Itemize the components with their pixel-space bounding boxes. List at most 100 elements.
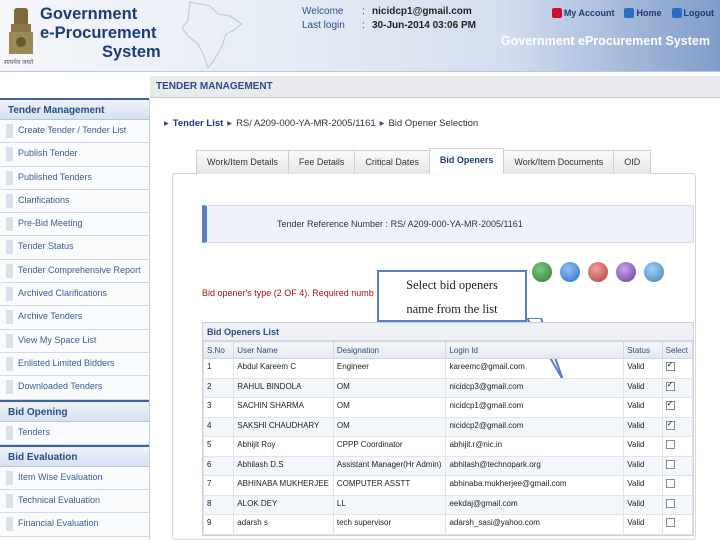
- sidebar-group-tender-management[interactable]: Tender Management: [0, 98, 149, 120]
- tender-reference-box: Tender Reference Number : RS/ A209-000-Y…: [202, 205, 694, 243]
- select-checkbox[interactable]: [665, 360, 675, 372]
- sidebar-item-tender-report[interactable]: Tender Comprehensive Report: [0, 259, 149, 284]
- india-map-icon: [181, 1, 244, 70]
- table-title: Bid Openers List: [203, 323, 693, 341]
- cell-sno: 1: [202, 358, 235, 379]
- cell-sno: 8: [202, 494, 235, 515]
- cell-designation: Assistant Manager(Hr Admin): [332, 455, 447, 476]
- breadcrumb-ref[interactable]: RS/ A209-000-YA-MR-2005/1161: [236, 118, 376, 129]
- tab-fee-details[interactable]: Fee Details: [287, 150, 356, 174]
- sidebar-item-archived-clarifications[interactable]: Archived Clarifications: [0, 283, 149, 307]
- emblem-caption: सत्यमेव जयते: [4, 60, 34, 66]
- col-login-id: Login Id: [445, 341, 625, 359]
- tab-oid[interactable]: OID: [613, 150, 652, 174]
- sidebar-group-bid-opening[interactable]: Bid Opening: [0, 399, 149, 422]
- cell-status: Valid: [623, 436, 663, 457]
- tab-work-item-details[interactable]: Work/Item Details: [196, 150, 289, 174]
- action-icons: [532, 262, 664, 282]
- select-checkbox[interactable]: [665, 498, 675, 508]
- select-checkbox[interactable]: [665, 479, 675, 489]
- cell-designation: OM: [332, 416, 447, 437]
- table-row: 4 SAKSHI CHAUDHARY OM nicidcp2@gmail.com Val…: [202, 416, 694, 437]
- sidebar-item-published-tenders[interactable]: Published Tenders: [0, 166, 149, 190]
- col-designation: Designation: [332, 341, 447, 359]
- sidebar-item-downloaded-tenders[interactable]: Downloaded Tenders: [0, 376, 149, 400]
- sidebar-item-create-tender[interactable]: Create Tender / Tender List: [0, 120, 149, 144]
- cell-sno: 5: [202, 436, 235, 457]
- cell-login: nicidcp1@gmail.com: [445, 397, 625, 418]
- cell-status: Valid: [623, 416, 663, 437]
- cell-login: nicidcp2@gmail.com: [445, 416, 625, 437]
- cell-select: [661, 397, 694, 418]
- select-checkbox[interactable]: [665, 399, 675, 411]
- cell-status: Valid: [623, 358, 663, 379]
- sidebar-item-item-wise-evaluation[interactable]: Item Wise Evaluation: [0, 466, 149, 491]
- cell-sno: 9: [202, 514, 235, 535]
- sidebar-group-bid-evaluation[interactable]: Bid Evaluation: [0, 444, 149, 467]
- user-remove-icon[interactable]: [644, 262, 664, 282]
- select-checkbox[interactable]: [665, 459, 675, 469]
- cell-sno: 6: [202, 455, 235, 476]
- cell-name: Abdul Kareem C: [233, 358, 334, 379]
- table-row: 2 RAHUL BINDOLA OM nicidcp3@gmail.com Valid: [202, 377, 694, 398]
- tab-bid-openers[interactable]: Bid Openers: [428, 148, 505, 174]
- cell-designation: OM: [332, 377, 447, 398]
- cell-name: Abhilash D.S: [233, 455, 334, 476]
- cell-login: abhijit.r@nic.in: [445, 436, 625, 457]
- select-checkbox[interactable]: [665, 440, 675, 450]
- section-title-bar: TENDER MANAGEMENT: [150, 76, 720, 98]
- sidebar-item-pre-bid-meeting[interactable]: Pre-Bid Meeting: [0, 213, 149, 237]
- cell-status: Valid: [623, 455, 663, 476]
- sidebar-item-clarifications[interactable]: Clarifications: [0, 189, 149, 214]
- select-checkbox[interactable]: [665, 419, 675, 430]
- home-link[interactable]: Home: [624, 8, 662, 18]
- cell-name: ALOK DEY: [233, 494, 334, 515]
- tab-bar: Work/Item Details Fee Details Critical D…: [196, 148, 652, 174]
- table-row: 9 adarsh s tech supervisor adarsh_sasi@yaho…: [202, 514, 694, 535]
- tab-critical-dates[interactable]: Critical Dates: [354, 150, 430, 174]
- tab-work-item-documents[interactable]: Work/Item Documents: [503, 150, 615, 174]
- account-icon: [551, 8, 562, 18]
- cell-select: [661, 416, 694, 437]
- welcome-row: Welcome: nicidcp1@gmail.com: [302, 6, 472, 17]
- select-checkbox[interactable]: [665, 518, 675, 528]
- users-icon[interactable]: [616, 262, 636, 282]
- table-row: 6 Abhilash D.S Assistant Manager(Hr Admin)…: [202, 455, 694, 476]
- user-group-icon[interactable]: [532, 262, 552, 282]
- sidebar-item-technical-evaluation[interactable]: Technical Evaluation: [0, 490, 149, 514]
- sidebar-item-financial-evaluation[interactable]: Financial Evaluation: [0, 513, 149, 537]
- users-add-icon[interactable]: [588, 262, 608, 282]
- cell-name: SACHIN SHARMA: [233, 397, 334, 418]
- sidebar-item-tender-status[interactable]: Tender Status: [0, 236, 149, 260]
- cell-select: [661, 377, 694, 398]
- sidebar-item-enlisted-bidders[interactable]: Enlisted Limited Bidders: [0, 352, 149, 377]
- user-icon[interactable]: [560, 262, 580, 282]
- table-row: 3 SACHIN SHARMA OM nicidcp1@gmail.com Valid: [202, 397, 694, 418]
- my-account-link[interactable]: My Account: [551, 8, 614, 18]
- instruction-callout: Select bid openers name from the list: [377, 270, 527, 322]
- cell-designation: Engineer: [332, 358, 447, 379]
- breadcrumb-tender-list[interactable]: Tender List: [173, 118, 224, 129]
- col-select: Select: [661, 341, 694, 359]
- cell-status: Valid: [623, 494, 663, 515]
- col-sno: S.No: [202, 341, 235, 359]
- logout-link[interactable]: Logout: [671, 8, 714, 18]
- brand-logo[interactable]: Government e-Procurement System: [40, 5, 161, 62]
- table-row: 5 Abhijit Roy CPPP Coordinator abhijit.r@ni…: [202, 436, 694, 457]
- select-checkbox[interactable]: [665, 380, 675, 391]
- cell-login: nicidcp3@gmail.com: [445, 377, 625, 398]
- cell-select: [661, 358, 694, 379]
- sidebar-nav: Tender Management Create Tender / Tender…: [0, 98, 150, 540]
- cell-login: abhilash@technopark.org: [445, 455, 625, 476]
- sidebar-item-archive-tenders[interactable]: Archive Tenders: [0, 306, 149, 330]
- cell-login: adarsh_sasi@yahoo.com: [445, 514, 625, 535]
- welcome-user: nicidcp1@gmail.com: [372, 6, 472, 17]
- bid-opener-type-note: Bid opener's type (2 OF 4). Required num…: [202, 288, 374, 298]
- table-row: 7 ABHINABA MUKHERJEE COMPUTER ASSTT abhinab…: [202, 475, 694, 496]
- sidebar-item-my-space[interactable]: View My Space List: [0, 329, 149, 353]
- sidebar-item-tenders[interactable]: Tenders: [0, 421, 149, 445]
- table-row: 1 Abdul Kareem C Engineer kareemc@gmail.com…: [202, 358, 694, 379]
- sidebar-item-publish-tender[interactable]: Publish Tender: [0, 143, 149, 167]
- cell-select: [661, 455, 694, 476]
- cell-designation: COMPUTER ASSTT: [332, 475, 447, 496]
